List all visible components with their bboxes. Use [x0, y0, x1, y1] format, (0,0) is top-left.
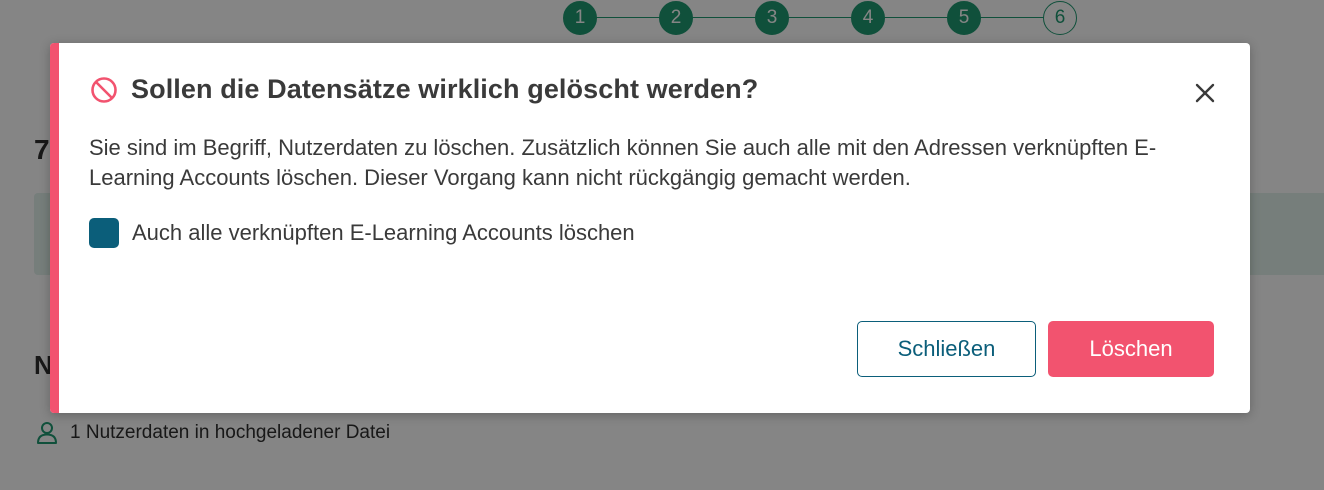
- dialog-header: Sollen die Datensätze wirklich gelöscht …: [89, 74, 758, 105]
- delete-accounts-checkbox[interactable]: [89, 218, 119, 248]
- close-icon: [1194, 82, 1216, 109]
- delete-accounts-checkbox-row[interactable]: Auch alle verknüpften E-Learning Account…: [89, 218, 635, 248]
- close-dialog-button[interactable]: [1190, 80, 1220, 110]
- delete-accounts-checkbox-label[interactable]: Auch alle verknüpften E-Learning Account…: [132, 220, 635, 246]
- prohibited-icon: [89, 75, 119, 105]
- delete-button[interactable]: Löschen: [1048, 321, 1214, 377]
- close-button[interactable]: Schließen: [857, 321, 1036, 377]
- dialog-message: Sie sind im Begriff, Nutzerdaten zu lösc…: [89, 135, 1157, 190]
- dialog-title: Sollen die Datensätze wirklich gelöscht …: [131, 74, 759, 104]
- dialog-accent-bar: [50, 43, 59, 413]
- delete-confirmation-dialog: Sollen die Datensätze wirklich gelöscht …: [50, 43, 1250, 413]
